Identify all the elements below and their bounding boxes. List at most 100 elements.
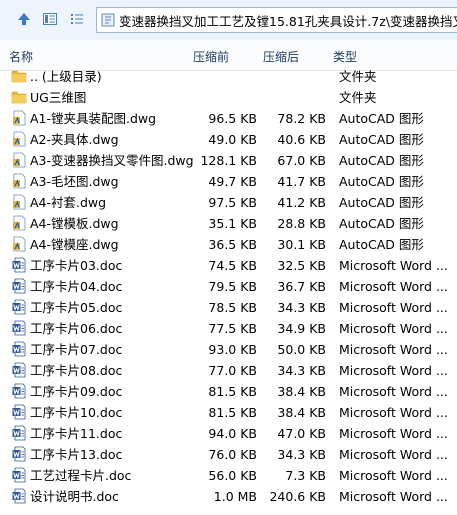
file-row[interactable]: 工序卡片03.doc 74.5 KB 32.5 KB Microsoft Word .… <box>0 255 457 276</box>
compressed-size: 41.2 KB <box>277 195 326 210</box>
doc-icon <box>12 362 26 378</box>
file-name: A4-镗模板.dwg <box>30 216 119 231</box>
file-row[interactable]: 工序卡片05.doc 78.5 KB 34.3 KB Microsoft Word .… <box>0 297 457 318</box>
file-name: A4-镗模座.dwg <box>30 237 119 252</box>
column-original-size[interactable]: 压缩前 <box>193 48 229 65</box>
file-row[interactable]: UG三维图 文件夹 <box>0 87 457 108</box>
file-type: Microsoft Word ... <box>339 279 448 294</box>
doc-icon <box>12 278 26 294</box>
list-view-icon[interactable] <box>66 8 88 30</box>
file-type: AutoCAD 图形 <box>339 111 424 126</box>
file-type: Microsoft Word ... <box>339 258 448 273</box>
compressed-size: 7.3 KB <box>285 468 326 483</box>
file-row[interactable]: A1-镗夹具装配图.dwg 96.5 KB 78.2 KB AutoCAD 图形 <box>0 108 457 129</box>
file-name: 工序卡片04.doc <box>30 279 123 294</box>
file-row[interactable]: 工序卡片06.doc 77.5 KB 34.9 KB Microsoft Word .… <box>0 318 457 339</box>
doc-icon <box>12 257 26 273</box>
file-type: Microsoft Word ... <box>339 468 448 483</box>
file-row[interactable]: 工艺过程卡片.doc 56.0 KB 7.3 KB Microsoft Word ..… <box>0 465 457 486</box>
compressed-size: 34.9 KB <box>277 321 326 336</box>
file-name: 工序卡片11.doc <box>30 426 123 441</box>
archive-icon <box>101 13 115 27</box>
file-row[interactable]: 工序卡片13.doc 76.0 KB 34.3 KB Microsoft Word .… <box>0 444 457 465</box>
file-row[interactable]: .. (上级目录) 文件夹 <box>0 66 457 87</box>
file-row[interactable]: A3-变速器换挡叉零件图.dwg 128.1 KB 67.0 KB AutoCAD 图… <box>0 150 457 171</box>
file-type: AutoCAD 图形 <box>339 174 424 189</box>
compressed-size: 67.0 KB <box>277 153 326 168</box>
compressed-size: 50.0 KB <box>277 342 326 357</box>
file-type: Microsoft Word ... <box>339 300 448 315</box>
file-name: 工序卡片13.doc <box>30 447 123 462</box>
file-type: Microsoft Word ... <box>339 489 448 504</box>
doc-icon <box>12 404 26 420</box>
original-size: 93.0 KB <box>208 342 257 357</box>
address-bar[interactable]: 变速器换挡叉加工工艺及镗15.81孔夹具设计.7z\变速器换挡叉加工工艺及镗15… <box>96 7 457 33</box>
file-row[interactable]: A2-夹具体.dwg 49.0 KB 40.6 KB AutoCAD 图形 <box>0 129 457 150</box>
column-type[interactable]: 类型 <box>333 48 357 65</box>
column-compressed-size[interactable]: 压缩后 <box>263 48 299 65</box>
file-type: 文件夹 <box>339 69 377 84</box>
file-name: UG三维图 <box>30 90 87 105</box>
original-size: 94.0 KB <box>208 426 257 441</box>
dwg-icon <box>13 110 26 126</box>
file-row[interactable]: A3-毛坯图.dwg 49.7 KB 41.7 KB AutoCAD 图形 <box>0 171 457 192</box>
doc-icon <box>12 488 26 504</box>
compressed-size: 32.5 KB <box>277 258 326 273</box>
file-name: 工序卡片03.doc <box>30 258 123 273</box>
compressed-size: 41.7 KB <box>277 174 326 189</box>
file-type: AutoCAD 图形 <box>339 195 424 210</box>
dwg-icon <box>13 215 26 231</box>
compressed-size: 38.4 KB <box>277 405 326 420</box>
file-type: Microsoft Word ... <box>339 447 448 462</box>
file-row[interactable]: A4-镗模座.dwg 36.5 KB 30.1 KB AutoCAD 图形 <box>0 234 457 255</box>
file-row[interactable]: 工序卡片07.doc 93.0 KB 50.0 KB Microsoft Word .… <box>0 339 457 360</box>
file-row[interactable]: 工序卡片08.doc 77.0 KB 34.3 KB Microsoft Word .… <box>0 360 457 381</box>
compressed-size: 36.7 KB <box>277 279 326 294</box>
dwg-icon <box>13 173 26 189</box>
file-row[interactable]: A4-镗模板.dwg 35.1 KB 28.8 KB AutoCAD 图形 <box>0 213 457 234</box>
file-name: A3-变速器换挡叉零件图.dwg <box>30 153 194 168</box>
original-size: 36.5 KB <box>208 237 257 252</box>
doc-icon <box>12 425 26 441</box>
compressed-size: 30.1 KB <box>277 237 326 252</box>
original-size: 49.0 KB <box>208 132 257 147</box>
up-arrow-icon[interactable] <box>13 8 35 30</box>
dwg-icon <box>13 194 26 210</box>
file-type: Microsoft Word ... <box>339 363 448 378</box>
original-size: 56.0 KB <box>208 468 257 483</box>
file-row[interactable]: 工序卡片04.doc 79.5 KB 36.7 KB Microsoft Word .… <box>0 276 457 297</box>
compressed-size: 34.3 KB <box>277 363 326 378</box>
original-size: 74.5 KB <box>208 258 257 273</box>
column-name[interactable]: 名称 <box>9 48 33 65</box>
file-name: 工序卡片08.doc <box>30 363 123 378</box>
original-size: 35.1 KB <box>208 216 257 231</box>
file-row[interactable]: 工序卡片09.doc 81.5 KB 38.4 KB Microsoft Word .… <box>0 381 457 402</box>
doc-icon <box>12 467 26 483</box>
compressed-size: 47.0 KB <box>277 426 326 441</box>
original-size: 76.0 KB <box>208 447 257 462</box>
original-size: 96.5 KB <box>208 111 257 126</box>
original-size: 49.7 KB <box>208 174 257 189</box>
file-row[interactable]: A4-衬套.dwg 97.5 KB 41.2 KB AutoCAD 图形 <box>0 192 457 213</box>
file-row[interactable]: 工序卡片11.doc 94.0 KB 47.0 KB Microsoft Word .… <box>0 423 457 444</box>
toolbar: 变速器换挡叉加工工艺及镗15.81孔夹具设计.7z\变速器换挡叉加工工艺及镗15… <box>0 0 457 41</box>
doc-icon <box>12 383 26 399</box>
file-type: AutoCAD 图形 <box>339 237 424 252</box>
file-name: 设计说明书.doc <box>30 489 119 504</box>
original-size: 81.5 KB <box>208 405 257 420</box>
file-type: AutoCAD 图形 <box>339 153 424 168</box>
file-type: 文件夹 <box>339 90 377 105</box>
file-row[interactable]: 设计说明书.doc 1.0 MB 240.6 KB Microsoft Word ..… <box>0 486 457 507</box>
original-size: 78.5 KB <box>208 300 257 315</box>
file-type: Microsoft Word ... <box>339 321 448 336</box>
original-size: 77.0 KB <box>208 363 257 378</box>
file-name: .. (上级目录) <box>30 69 102 84</box>
file-name: 工艺过程卡片.doc <box>30 468 132 483</box>
view-details-icon[interactable] <box>39 8 61 30</box>
file-row[interactable]: 工序卡片10.doc 81.5 KB 38.4 KB Microsoft Word .… <box>0 402 457 423</box>
dwg-icon <box>13 236 26 252</box>
compressed-size: 34.3 KB <box>277 447 326 462</box>
doc-icon <box>12 299 26 315</box>
compressed-size: 34.3 KB <box>277 300 326 315</box>
compressed-size: 28.8 KB <box>277 216 326 231</box>
